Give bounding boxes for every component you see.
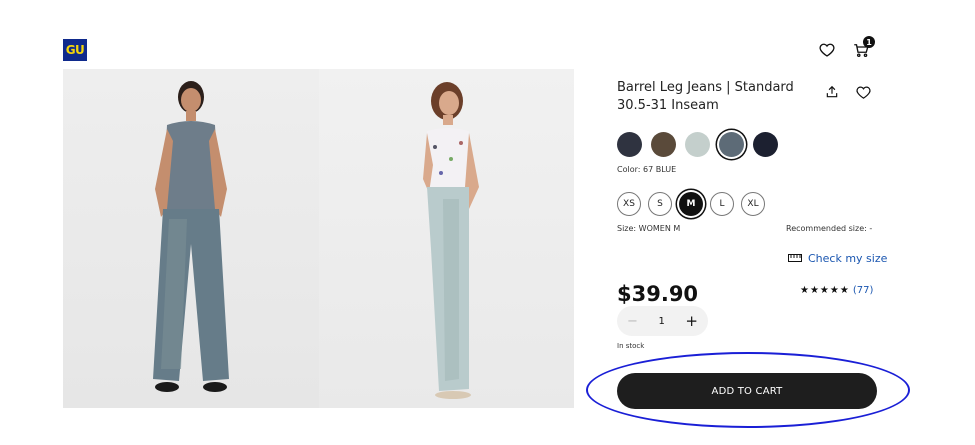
quantity-stepper: − 1 + bbox=[617, 306, 708, 336]
size-option-list: XS S M L XL bbox=[617, 192, 765, 216]
size-option-m[interactable]: M bbox=[679, 192, 703, 216]
model-side-image[interactable] bbox=[319, 69, 574, 408]
color-swatch-dark-gray[interactable] bbox=[617, 132, 642, 157]
quantity-value: 1 bbox=[658, 315, 665, 327]
share-icon[interactable] bbox=[824, 84, 840, 100]
add-to-cart-button[interactable]: ADD TO CART bbox=[617, 373, 877, 409]
size-option-xl[interactable]: XL bbox=[741, 192, 765, 216]
brand-logo[interactable]: GU bbox=[63, 39, 87, 61]
rating[interactable]: ★★★★★ (77) bbox=[800, 285, 873, 296]
size-option-s[interactable]: S bbox=[648, 192, 672, 216]
color-swatch-navy[interactable] bbox=[753, 132, 778, 157]
model-front-image[interactable] bbox=[63, 69, 319, 408]
quantity-decrease-button[interactable]: − bbox=[627, 314, 638, 329]
size-option-l[interactable]: L bbox=[710, 192, 734, 216]
size-label: Size: WOMEN M bbox=[617, 224, 681, 233]
cart-icon[interactable]: 1 bbox=[851, 36, 875, 60]
color-swatch-brown[interactable] bbox=[651, 132, 676, 157]
color-label: Color: 67 BLUE bbox=[617, 165, 677, 174]
check-my-size-label: Check my size bbox=[808, 252, 888, 265]
color-swatch-blue-selected[interactable] bbox=[719, 132, 744, 157]
product-price: $39.90 bbox=[617, 282, 699, 306]
stock-status: In stock bbox=[617, 342, 645, 350]
quantity-increase-button[interactable]: + bbox=[685, 312, 698, 330]
product-title: Barrel Leg Jeans | Standard 30.5-31 Inse… bbox=[617, 80, 794, 113]
color-swatch-light-blue[interactable] bbox=[685, 132, 710, 157]
ruler-icon bbox=[788, 252, 802, 265]
color-swatch-list bbox=[617, 132, 778, 157]
heart-icon[interactable] bbox=[817, 40, 837, 60]
size-option-xs[interactable]: XS bbox=[617, 192, 641, 216]
recommended-size: Recommended size: - bbox=[786, 224, 873, 233]
favorite-heart-icon[interactable] bbox=[855, 84, 871, 100]
review-count-link[interactable]: (77) bbox=[853, 285, 874, 296]
star-rating-icon: ★★★★★ bbox=[800, 285, 850, 296]
check-my-size-link[interactable]: Check my size bbox=[788, 252, 887, 265]
cart-count-badge: 1 bbox=[863, 36, 875, 48]
